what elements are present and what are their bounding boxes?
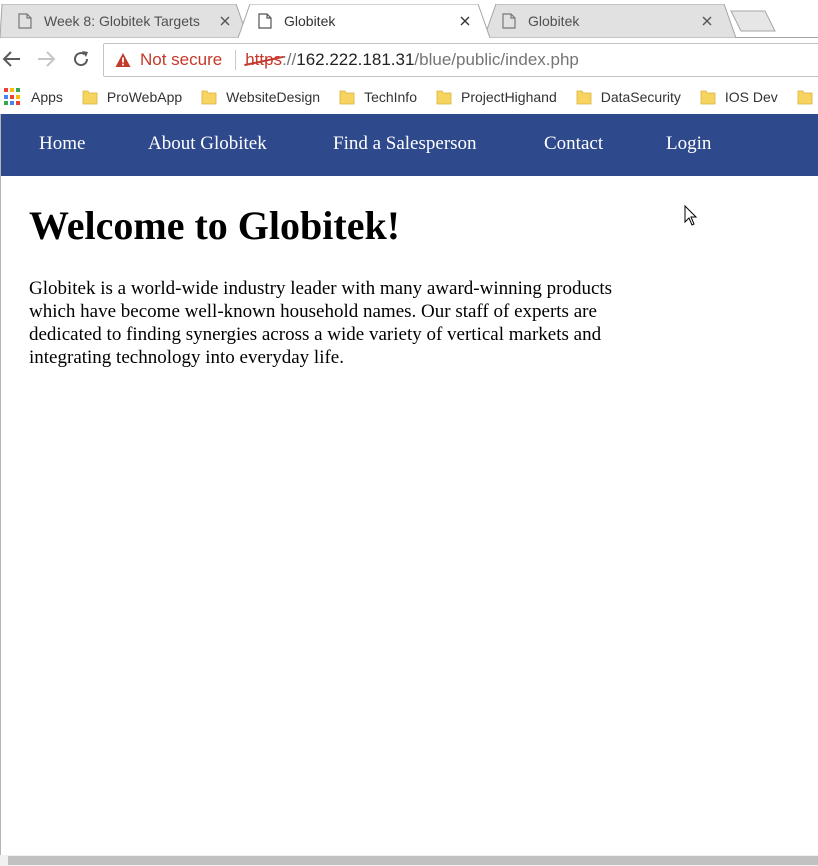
bookmark-ios-dev[interactable]: IOS Dev xyxy=(700,84,795,110)
bookmark-prowebapp[interactable]: ProWebApp xyxy=(82,84,199,110)
bookmark-websitedesign[interactable]: WebsiteDesign xyxy=(201,84,337,110)
url-text[interactable]: https://162.222.181.31/blue/public/index… xyxy=(244,50,579,70)
tab-globitek-2[interactable]: Globitek xyxy=(484,4,736,38)
folder-icon xyxy=(436,90,452,105)
bookmark-projecthighand[interactable]: ProjectHighand xyxy=(436,84,574,110)
url-separator: :// xyxy=(282,50,297,69)
tab-strip: Week 8: Globitek Targets Globitek Globit… xyxy=(0,0,818,38)
arrow-left-icon xyxy=(2,51,20,67)
nav-contact-link[interactable]: Contact xyxy=(544,133,603,155)
folder-icon xyxy=(339,90,355,105)
arrow-right-icon xyxy=(38,51,56,67)
bookmark-techinfo[interactable]: TechInfo xyxy=(339,84,434,110)
warning-icon xyxy=(115,53,131,67)
close-icon[interactable] xyxy=(458,14,472,28)
bookmark-label: Apps xyxy=(31,89,63,105)
page-icon xyxy=(18,12,32,29)
nav-login-link[interactable]: Login xyxy=(666,133,711,155)
scrollbar-thumb[interactable] xyxy=(8,856,818,865)
bookmark-label: IOS Dev xyxy=(724,89,778,105)
folder-icon xyxy=(700,90,716,105)
nav-find-salesperson-link[interactable]: Find a Salesperson xyxy=(333,133,477,155)
page-title: Welcome to Globitek! xyxy=(29,203,401,248)
new-tab-button[interactable] xyxy=(730,10,776,32)
horizontal-scrollbar[interactable] xyxy=(0,855,818,866)
tab-title: Globitek xyxy=(528,12,580,29)
address-divider xyxy=(235,50,237,70)
folder-icon xyxy=(797,90,813,105)
tab-week8[interactable]: Week 8: Globitek Targets xyxy=(0,4,248,38)
intro-paragraph: Globitek is a world-wide industry leader… xyxy=(29,278,613,368)
bookmark-label: ProWebApp xyxy=(106,89,183,105)
reload-icon xyxy=(74,51,89,67)
folder-icon xyxy=(82,90,98,105)
address-bar[interactable]: Not secure https://162.222.181.31/blue/p… xyxy=(103,43,818,77)
page-icon xyxy=(258,12,272,29)
reload-button[interactable] xyxy=(70,48,92,70)
url-scheme: https xyxy=(244,50,284,69)
back-button[interactable] xyxy=(1,48,23,70)
bookmark-label: WebsiteDesign xyxy=(226,89,321,105)
folder-icon xyxy=(576,90,592,105)
site-navigation: Home About Globitek Find a Salesperson C… xyxy=(1,114,818,176)
bookmarks-bar: Apps ProWebApp WebsiteDesign TechInfo Pr… xyxy=(0,80,818,114)
nav-about-link[interactable]: About Globitek xyxy=(148,133,267,155)
close-icon[interactable] xyxy=(218,14,232,28)
close-icon[interactable] xyxy=(700,14,714,28)
mouse-cursor-icon xyxy=(684,205,698,226)
bookmark-label: ProjectHighand xyxy=(461,89,557,105)
apps-grid-icon xyxy=(4,88,22,106)
security-status[interactable]: Not secure xyxy=(140,50,222,70)
url-host: 162.222.181.31 xyxy=(296,50,415,69)
forward-button[interactable] xyxy=(35,48,57,70)
tab-title: Week 8: Globitek Targets xyxy=(44,12,200,29)
tab-title: Globitek xyxy=(284,12,336,29)
bookmark-label: TechInfo xyxy=(364,89,417,105)
folder-icon xyxy=(201,90,217,105)
url-path: /blue/public/index.php xyxy=(414,50,579,69)
bookmark-datasecurity[interactable]: DataSecurity xyxy=(576,84,698,110)
bookmark-apps[interactable]: Apps xyxy=(2,84,80,110)
nav-home-link[interactable]: Home xyxy=(39,133,85,155)
page-icon xyxy=(502,12,516,29)
bookmark-label: DataSecurity xyxy=(600,89,681,105)
bookmark-overflow[interactable] xyxy=(797,84,813,110)
tab-globitek-active[interactable]: Globitek xyxy=(238,4,490,38)
